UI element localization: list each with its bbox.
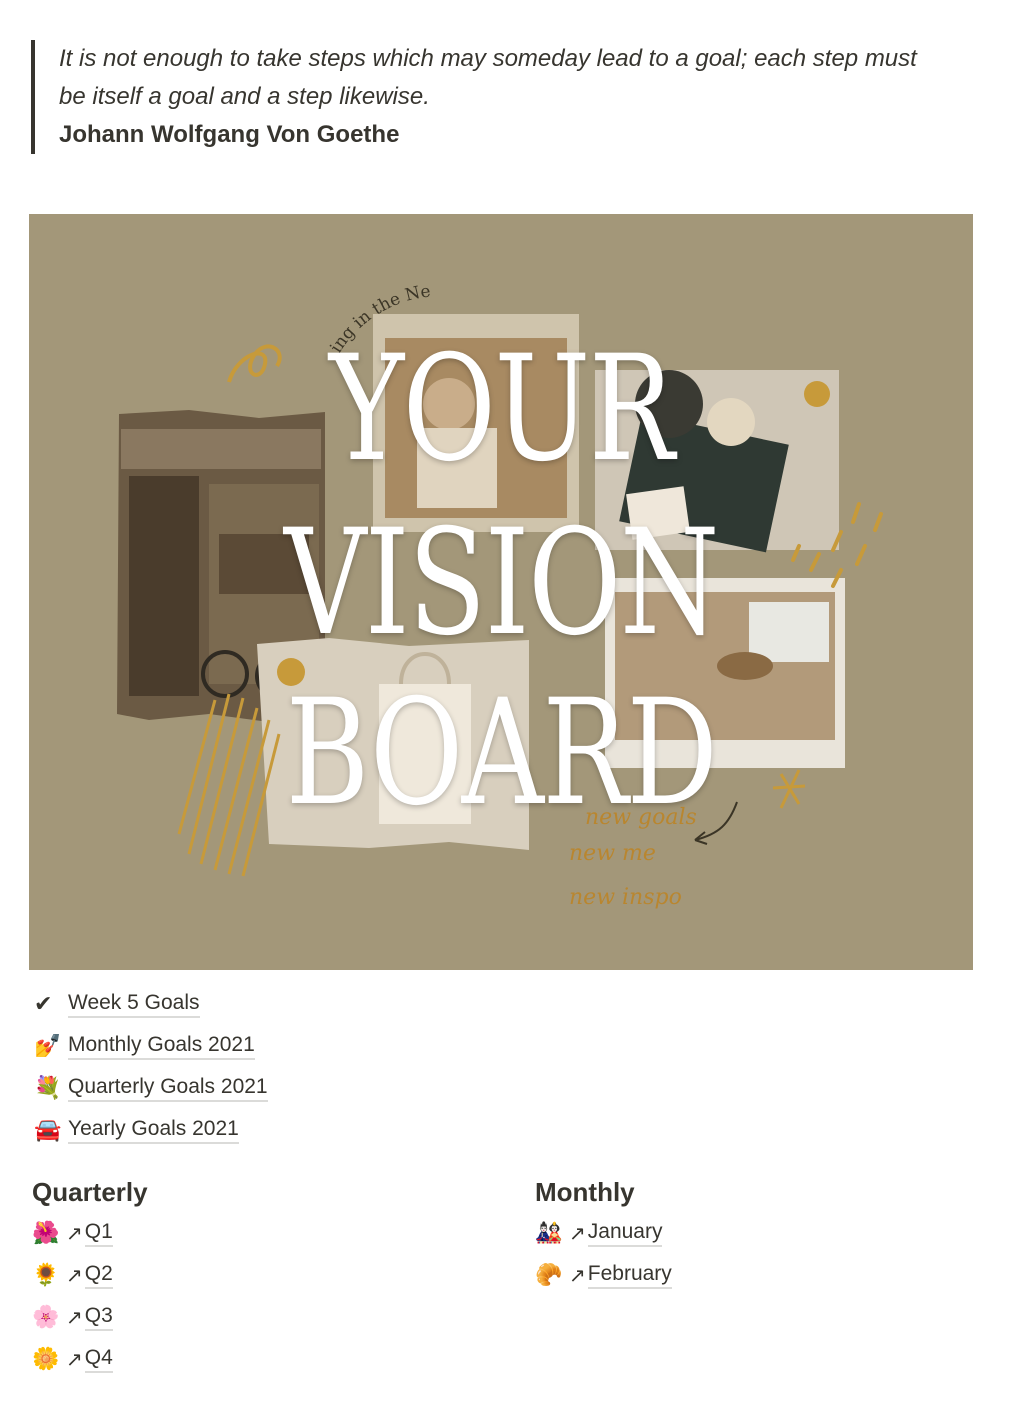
goal-links-list: ✔ Week 5 Goals 💅 Monthly Goals 2021 💐 Qu… [34, 983, 268, 1151]
quarter-link-q3[interactable]: 🌸 ↗ Q3 [32, 1296, 148, 1338]
link-arrow-icon: ↗ [66, 1306, 83, 1329]
hibiscus-icon: 🌺 [32, 1220, 60, 1245]
quote-block: It is not enough to take steps which may… [31, 40, 931, 154]
link-arrow-icon: ↗ [66, 1348, 83, 1371]
quarter-link-label[interactable]: Q4 [84, 1345, 113, 1373]
monthly-section: Monthly 🎎 ↗ January 🥐 ↗ February [535, 1172, 672, 1296]
quarter-link-q1[interactable]: 🌺 ↗ Q1 [32, 1212, 148, 1254]
quarter-link-q4[interactable]: 🌼 ↗ Q4 [32, 1338, 148, 1380]
goal-link-yearly[interactable]: 🚘 Yearly Goals 2021 [34, 1109, 268, 1151]
check-icon: ✔ [34, 991, 53, 1016]
goal-link-label[interactable]: Week 5 Goals [68, 990, 200, 1018]
board-title-line-2: VISION [284, 498, 719, 668]
sunflower-icon: 🌻 [32, 1262, 60, 1287]
dolls-icon: 🎎 [535, 1220, 563, 1245]
link-arrow-icon: ↗ [569, 1222, 586, 1245]
quote-author: Johann Wolfgang Von Goethe [59, 121, 400, 148]
bouquet-icon: 💐 [34, 1075, 62, 1100]
quarterly-section: Quarterly 🌺 ↗ Q1 🌻 ↗ Q2 🌸 ↗ Q3 🌼 ↗ Q4 [32, 1172, 148, 1380]
month-link-label[interactable]: February [587, 1261, 672, 1289]
month-link-february[interactable]: 🥐 ↗ February [535, 1254, 672, 1296]
script-line-3: new inspo [569, 885, 682, 910]
monthly-heading: Monthly [535, 1177, 635, 1207]
goal-link-quarterly[interactable]: 💐 Quarterly Goals 2021 [34, 1067, 268, 1109]
board-title-line-1: YOUR [328, 324, 675, 494]
board-title-line-3: BOARD [285, 668, 718, 838]
quote-text: It is not enough to take steps which may… [59, 45, 917, 110]
nail-polish-icon: 💅 [34, 1033, 62, 1058]
link-arrow-icon: ↗ [569, 1264, 586, 1287]
quarterly-heading: Quarterly [32, 1177, 148, 1207]
month-link-label[interactable]: January [587, 1219, 663, 1247]
goal-link-label[interactable]: Yearly Goals 2021 [68, 1116, 239, 1144]
blossom-icon: 🌼 [32, 1346, 60, 1371]
car-icon: 🚘 [34, 1117, 62, 1142]
link-arrow-icon: ↗ [66, 1222, 83, 1245]
vision-board-image: ing in the New Year [29, 214, 973, 970]
quarter-link-label[interactable]: Q2 [84, 1261, 113, 1289]
cherry-blossom-icon: 🌸 [32, 1304, 60, 1329]
link-arrow-icon: ↗ [66, 1264, 83, 1287]
quarter-link-label[interactable]: Q1 [84, 1219, 113, 1247]
goal-link-monthly[interactable]: 💅 Monthly Goals 2021 [34, 1025, 268, 1067]
croissant-icon: 🥐 [535, 1262, 563, 1287]
script-line-2: new me [569, 841, 656, 866]
goal-link-week5[interactable]: ✔ Week 5 Goals [34, 983, 268, 1025]
goal-link-label[interactable]: Quarterly Goals 2021 [68, 1074, 268, 1102]
month-link-january[interactable]: 🎎 ↗ January [535, 1212, 672, 1254]
goal-link-label[interactable]: Monthly Goals 2021 [68, 1032, 255, 1060]
quarter-link-label[interactable]: Q3 [84, 1303, 113, 1331]
quarter-link-q2[interactable]: 🌻 ↗ Q2 [32, 1254, 148, 1296]
